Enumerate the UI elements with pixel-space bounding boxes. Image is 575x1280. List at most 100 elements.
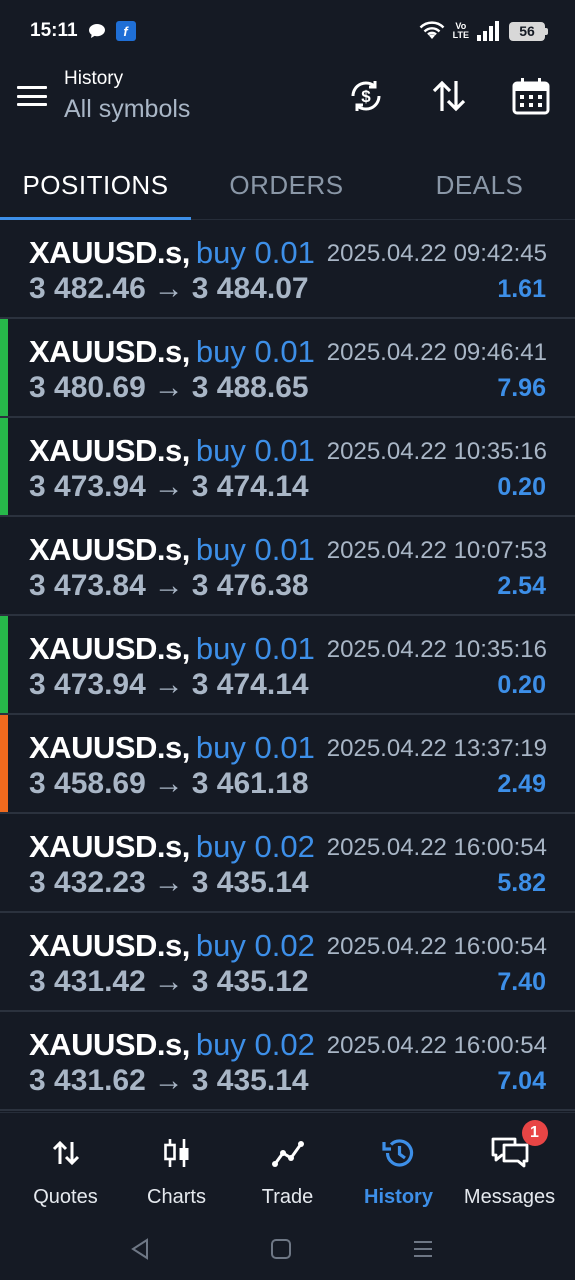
position-profit: 0.20: [497, 671, 546, 699]
position-side-volume: buy 0.01: [195, 631, 315, 666]
app-header: History All symbols $: [0, 62, 575, 142]
calendar-button[interactable]: [511, 74, 551, 118]
position-row[interactable]: XAUUSD.s, buy 0.01 2025.04.22 13:37:19 3 45…: [0, 715, 575, 814]
tab-positions[interactable]: POSITIONS: [0, 150, 191, 220]
position-profit: 7.40: [497, 968, 546, 996]
nav-history[interactable]: History: [341, 1113, 456, 1218]
position-title: XAUUSD.s, buy 0.02: [29, 928, 315, 964]
close-price: 3 461.18: [191, 767, 309, 800]
position-datetime: 2025.04.22 16:00:54: [326, 933, 547, 960]
price-arrow: →: [153, 569, 184, 602]
position-side-volume: buy 0.02: [195, 829, 315, 864]
nav-charts[interactable]: Charts: [119, 1113, 234, 1218]
position-profit: 1.61: [497, 275, 546, 303]
position-row[interactable]: XAUUSD.s, buy 0.01 2025.04.22 10:35:16 3 47…: [0, 616, 575, 715]
system-back-button[interactable]: [126, 1235, 154, 1263]
close-price: 3 435.12: [191, 965, 309, 998]
trade-icon: [271, 1135, 305, 1171]
tab-orders[interactable]: ORDERS: [191, 150, 382, 220]
position-row[interactable]: XAUUSD.s, buy 0.02 2025.04.22 16:00:54 3 43…: [0, 1012, 575, 1111]
position-symbol: XAUUSD.s,: [29, 631, 190, 666]
position-symbol: XAUUSD.s,: [29, 334, 190, 369]
app-notification-icon: f: [115, 21, 136, 41]
position-prices: 3 432.23 → 3 435.14: [29, 866, 309, 900]
system-navigation-bar: [0, 1217, 575, 1280]
position-profit: 5.82: [497, 869, 546, 897]
nav-charts-label: Charts: [147, 1186, 206, 1208]
position-datetime: 2025.04.22 10:07:53: [326, 537, 547, 564]
position-datetime: 2025.04.22 09:46:41: [326, 339, 547, 366]
sort-icon: [432, 80, 466, 112]
currency-exchange-button[interactable]: $: [346, 74, 386, 118]
system-recents-button[interactable]: [409, 1235, 437, 1263]
position-side-volume: buy 0.01: [195, 532, 315, 567]
page-title: History: [64, 68, 124, 89]
position-row[interactable]: XAUUSD.s, buy 0.01 2025.04.22 10:07:53 3 47…: [0, 517, 575, 616]
position-side-volume: buy 0.02: [195, 928, 315, 963]
position-symbol: XAUUSD.s,: [29, 829, 190, 864]
position-row[interactable]: XAUUSD.s, buy 0.02 2025.04.22 16:00:54 3 43…: [0, 913, 575, 1012]
position-side-volume: buy 0.01: [195, 334, 315, 369]
position-prices: 3 458.69 → 3 461.18: [29, 767, 309, 801]
recents-menu-icon: [414, 1241, 432, 1257]
position-prices: 3 473.94 → 3 474.14: [29, 470, 309, 504]
price-arrow: →: [153, 767, 184, 800]
nav-quotes[interactable]: Quotes: [8, 1113, 123, 1218]
nav-messages[interactable]: 1 Messages: [452, 1113, 567, 1218]
tab-deals[interactable]: DEALS: [384, 150, 575, 220]
open-price: 3 458.69: [29, 767, 146, 800]
position-side-volume: buy 0.01: [195, 235, 315, 270]
home-square-icon: [271, 1239, 291, 1259]
position-prices: 3 431.62 → 3 435.14: [29, 1064, 309, 1098]
position-prices: 3 473.94 → 3 474.14: [29, 668, 309, 702]
system-home-button[interactable]: [267, 1235, 295, 1263]
sort-button[interactable]: [429, 74, 469, 118]
open-price: 3 473.94: [29, 668, 146, 701]
position-datetime: 2025.04.22 09:42:45: [326, 240, 547, 267]
position-row[interactable]: XAUUSD.s, buy 0.01 2025.04.22 10:35:16 3 47…: [0, 418, 575, 517]
position-title: XAUUSD.s, buy 0.01: [29, 235, 315, 271]
position-side-volume: buy 0.01: [195, 730, 315, 765]
close-price: 3 435.14: [191, 866, 309, 899]
nav-quotes-label: Quotes: [33, 1186, 98, 1208]
status-bar: 15:11 f Vo LTE 56: [0, 0, 575, 62]
back-triangle-icon: [131, 1238, 148, 1260]
position-prices: 3 473.84 → 3 476.38: [29, 569, 309, 603]
position-datetime: 2025.04.22 16:00:54: [326, 1032, 547, 1059]
battery-icon: 56: [509, 21, 548, 41]
position-side-volume: buy 0.02: [195, 1027, 315, 1062]
position-row[interactable]: XAUUSD.s, buy 0.01 2025.04.22 09:42:45 3 48…: [0, 220, 575, 319]
open-price: 3 480.69: [29, 371, 146, 404]
open-price: 3 473.94: [29, 470, 146, 503]
messages-badge: 1: [521, 1120, 548, 1146]
position-symbol: XAUUSD.s,: [29, 235, 190, 270]
open-price: 3 432.23: [29, 866, 146, 899]
position-title: XAUUSD.s, buy 0.01: [29, 334, 315, 370]
nav-trade[interactable]: Trade: [230, 1113, 345, 1218]
price-arrow: →: [153, 272, 184, 305]
quotes-icon: [51, 1135, 81, 1171]
menu-line: [17, 103, 47, 106]
header-titles[interactable]: History All symbols: [64, 68, 190, 124]
position-row[interactable]: XAUUSD.s, buy 0.02 2025.04.22 16:00:54 3 43…: [0, 814, 575, 913]
price-arrow: →: [153, 866, 184, 899]
price-arrow: →: [153, 470, 184, 503]
position-marker: [0, 616, 8, 713]
messages-icon: 1: [490, 1120, 548, 1171]
volte-icon: Vo LTE: [452, 21, 469, 40]
price-arrow: →: [153, 965, 184, 998]
charts-icon: [162, 1135, 192, 1171]
symbol-filter[interactable]: All symbols: [64, 95, 190, 124]
position-title: XAUUSD.s, buy 0.01: [29, 730, 315, 766]
position-marker: [0, 715, 8, 812]
position-row[interactable]: XAUUSD.s, buy 0.01 2025.04.22 09:46:41 3 48…: [0, 319, 575, 418]
open-price: 3 431.62: [29, 1064, 146, 1097]
svg-text:$: $: [361, 87, 371, 106]
history-tabs: POSITIONS ORDERS DEALS: [0, 150, 575, 220]
position-profit: 0.20: [497, 473, 546, 501]
position-title: XAUUSD.s, buy 0.02: [29, 1027, 315, 1063]
position-profit: 2.49: [497, 770, 546, 798]
menu-button[interactable]: [17, 82, 47, 110]
position-profit: 7.96: [497, 374, 546, 402]
menu-line: [17, 94, 47, 98]
